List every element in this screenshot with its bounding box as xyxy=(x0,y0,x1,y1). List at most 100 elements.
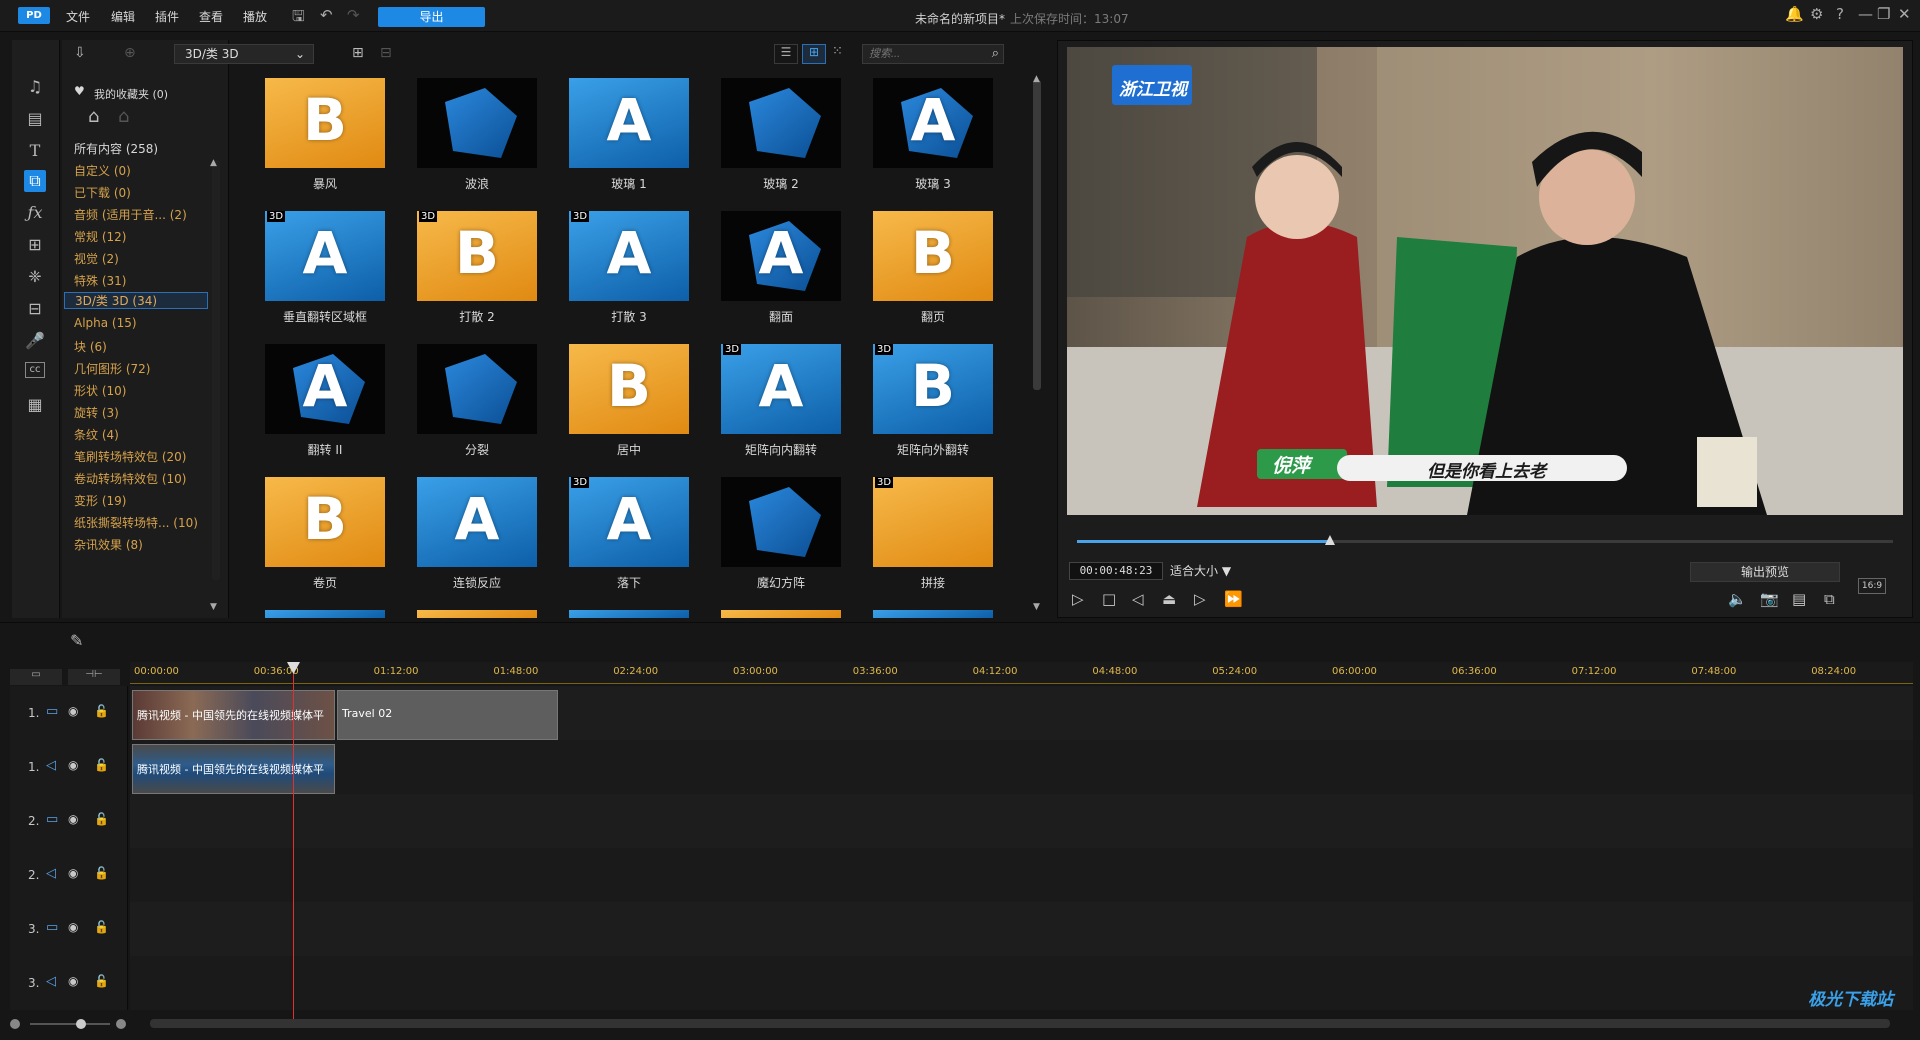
category-item[interactable]: 形状 (10) xyxy=(74,382,126,399)
effect-thumbnail-partial[interactable] xyxy=(721,610,841,618)
media-room-icon[interactable]: ♫ xyxy=(24,76,46,98)
menu-edit[interactable]: 编辑 xyxy=(111,8,135,25)
category-item[interactable]: 视觉 (2) xyxy=(74,250,119,267)
effect-thumbnail[interactable]: 3D 拼接 xyxy=(873,477,993,597)
track-header[interactable]: 1. ▭ ◉ 🔓 xyxy=(10,686,128,740)
effect-thumbnail[interactable]: B 3D 打散 2 xyxy=(417,211,537,331)
transition-room-icon[interactable]: ⧉ xyxy=(24,170,46,192)
track-lane[interactable] xyxy=(130,740,1913,794)
subtitle-toggle-icon[interactable]: ▤ xyxy=(1792,590,1806,608)
track-lane[interactable] xyxy=(130,794,1913,848)
category-item[interactable]: 变形 (19) xyxy=(74,492,126,509)
menu-view[interactable]: 查看 xyxy=(199,8,223,25)
lock-icon[interactable]: 🔓 xyxy=(94,812,109,826)
track-header[interactable]: 2. ▭ ◉ 🔓 xyxy=(10,794,128,848)
lock-icon[interactable]: 🔓 xyxy=(94,974,109,988)
category-scrollbar[interactable] xyxy=(212,160,220,580)
category-item[interactable]: 卷动转场特效包 (10) xyxy=(74,470,186,487)
voiceover-mic-icon[interactable]: 🎤 xyxy=(24,330,46,352)
restore-button[interactable]: ❐ xyxy=(1877,5,1890,23)
undock-icon[interactable]: ⧉ xyxy=(1824,590,1835,608)
video-clip-travel[interactable]: Travel 02 xyxy=(337,690,558,740)
effect-thumbnail[interactable]: B 翻页 xyxy=(873,211,993,331)
zoom-out-icon[interactable] xyxy=(10,1019,20,1029)
video-room-icon[interactable]: ▤ xyxy=(24,108,46,130)
visibility-eye-icon[interactable]: ◉ xyxy=(68,758,78,772)
snapshot-marker-icon[interactable]: ⏏ xyxy=(1162,590,1176,608)
track-lane[interactable] xyxy=(130,848,1913,902)
zoom-slider-handle[interactable] xyxy=(76,1019,86,1029)
effect-thumbnail-partial[interactable] xyxy=(417,610,537,618)
undo-icon[interactable]: ↶ xyxy=(320,6,333,24)
effect-thumbnail-partial[interactable] xyxy=(265,610,385,618)
video-track-icon[interactable]: ▭ xyxy=(46,812,58,827)
category-item[interactable]: 杂讯效果 (8) xyxy=(74,536,143,553)
play-icon[interactable]: ▷ xyxy=(1072,590,1084,608)
grid-view-icon[interactable]: ⊞ xyxy=(802,44,826,64)
audio-mix-icon[interactable]: ⊟ xyxy=(24,298,46,320)
video-track-icon[interactable]: ▭ xyxy=(46,704,58,719)
track-header[interactable]: 2. ◁ ◉ 🔓 xyxy=(10,848,128,902)
video-track-icon[interactable]: ▭ xyxy=(46,920,58,935)
category-item[interactable]: 几何图形 (72) xyxy=(74,360,150,377)
scroll-down-icon[interactable]: ▼ xyxy=(210,602,217,612)
camera-snapshot-icon[interactable]: 📷 xyxy=(1760,590,1779,608)
playhead[interactable] xyxy=(293,664,294,1020)
preview-seekbar[interactable] xyxy=(1077,535,1893,545)
scroll-down-icon[interactable]: ▼ xyxy=(1033,602,1040,612)
scroll-up-icon[interactable]: ▲ xyxy=(210,158,217,168)
effect-thumbnail[interactable]: A 连锁反应 xyxy=(417,477,537,597)
menu-plugins[interactable]: 插件 xyxy=(155,8,179,25)
visibility-eye-icon[interactable]: ◉ xyxy=(68,866,78,880)
category-item[interactable]: 音频 (适用于音... (2) xyxy=(74,206,187,223)
fast-forward-icon[interactable]: ⏩ xyxy=(1224,590,1243,608)
effect-thumbnail[interactable]: B 暴风 xyxy=(265,78,385,198)
effect-thumbnail[interactable]: A 玻璃 3 xyxy=(873,78,993,198)
effect-thumbnail[interactable]: A 3D 落下 xyxy=(569,477,689,597)
category-item[interactable]: 特殊 (31) xyxy=(74,272,126,289)
subtitle-cc-icon[interactable]: cc xyxy=(25,362,45,378)
fx-room-icon[interactable]: ƒx xyxy=(24,202,46,224)
audio-track-icon[interactable]: ◁ xyxy=(46,758,56,773)
import-icon[interactable]: ⇩ xyxy=(74,45,86,61)
category-item[interactable]: 条纹 (4) xyxy=(74,426,119,443)
effect-thumbnail[interactable]: A 3D 矩阵向内翻转 xyxy=(721,344,841,464)
settings-gear-icon[interactable]: ⚙ xyxy=(1810,5,1823,23)
category-dropdown[interactable]: 3D/类 3D ⌄ xyxy=(174,44,314,64)
category-item[interactable]: 已下载 (0) xyxy=(74,184,131,201)
zoom-in-icon[interactable] xyxy=(116,1019,126,1029)
timecode-display[interactable]: 00:00:48:23 xyxy=(1069,562,1163,580)
redo-icon[interactable]: ↷ xyxy=(347,6,360,24)
effect-thumbnail[interactable]: A 3D 打散 3 xyxy=(569,211,689,331)
video-preview[interactable]: 浙江卫视 倪萍 但是你看上去老 xyxy=(1067,47,1903,515)
search-icon[interactable]: ⌕ xyxy=(992,46,999,61)
library-scrollbar[interactable] xyxy=(1033,80,1041,390)
add-tag-icon[interactable]: ⌂ xyxy=(88,106,99,127)
category-item[interactable]: Alpha (15) xyxy=(74,316,137,330)
plugin-icon[interactable]: ⊕ xyxy=(124,45,136,61)
pen-edit-icon[interactable]: ✎ xyxy=(70,631,83,650)
export-button[interactable]: 导出 xyxy=(378,7,485,27)
effect-thumbnail[interactable]: A 翻转 II xyxy=(265,344,385,464)
volume-icon[interactable]: 🔈 xyxy=(1728,590,1747,608)
visibility-eye-icon[interactable]: ◉ xyxy=(68,974,78,988)
notification-icon[interactable]: 🔔 xyxy=(1785,5,1804,23)
visibility-eye-icon[interactable]: ◉ xyxy=(68,920,78,934)
effect-thumbnail-partial[interactable] xyxy=(569,610,689,618)
effect-thumbnail[interactable]: 分裂 xyxy=(417,344,537,464)
effect-thumbnail[interactable]: B 居中 xyxy=(569,344,689,464)
lock-icon[interactable]: 🔓 xyxy=(94,920,109,934)
track-lane[interactable] xyxy=(130,956,1913,1010)
search-box[interactable]: ⌕ xyxy=(862,44,1004,64)
chapter-room-icon[interactable]: ▦ xyxy=(24,394,46,416)
category-item[interactable]: 自定义 (0) xyxy=(74,162,131,179)
favorites-category[interactable]: 我的收藏夹 (0) xyxy=(94,86,168,102)
effect-thumbnail[interactable]: 魔幻方阵 xyxy=(721,477,841,597)
category-item[interactable]: 常规 (12) xyxy=(74,228,126,245)
particle-room-icon[interactable]: ❈ xyxy=(24,266,46,288)
effect-thumbnail-partial[interactable] xyxy=(873,610,993,618)
category-item[interactable]: 块 (6) xyxy=(74,338,107,355)
effect-thumbnail[interactable]: 波浪 xyxy=(417,78,537,198)
output-preview-button[interactable]: 输出预览 xyxy=(1690,562,1840,582)
title-room-icon[interactable]: T xyxy=(24,140,46,162)
